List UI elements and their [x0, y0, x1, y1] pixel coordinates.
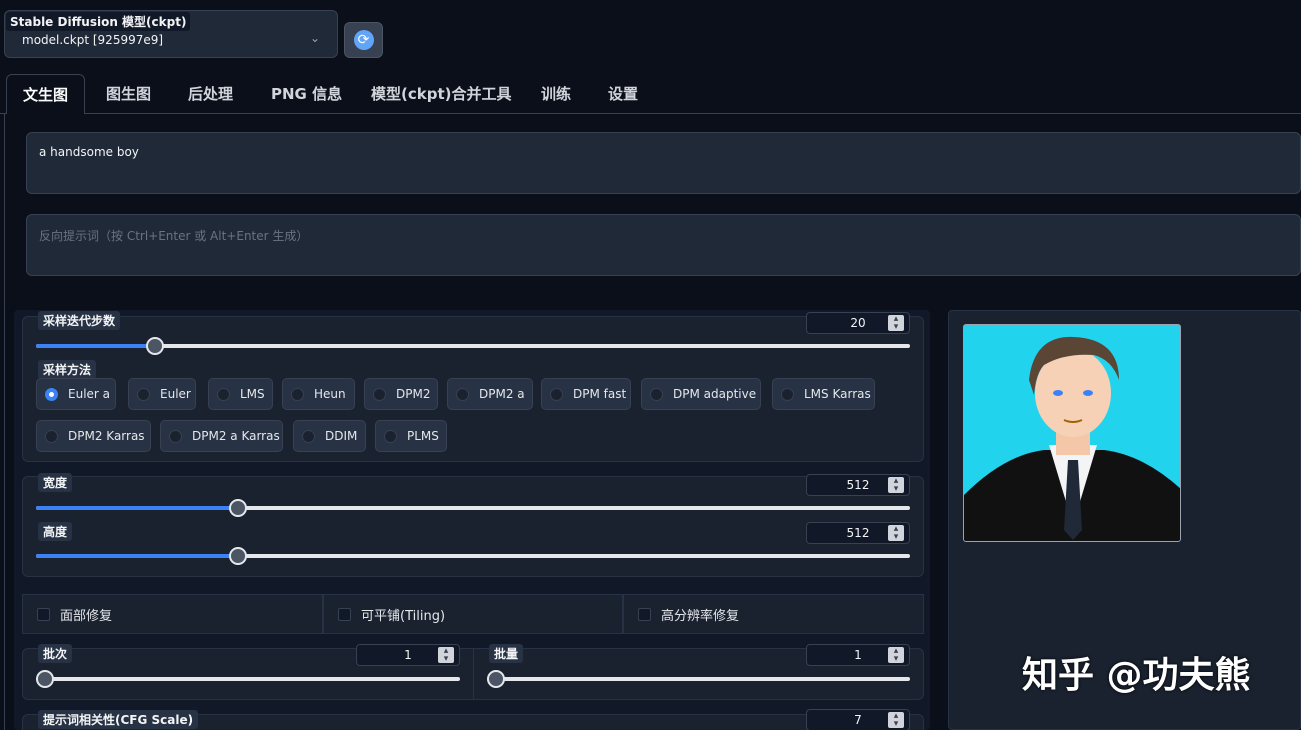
radio-button[interactable]: [45, 387, 58, 401]
checkbox-label: 高分辨率修复: [661, 608, 740, 624]
generated-image[interactable]: [963, 324, 1181, 542]
sampler-option-label: DDIM: [325, 429, 358, 443]
sampler-option-label: DPM adaptive: [673, 387, 757, 401]
sampler-option[interactable]: DPM2 a: [447, 378, 533, 410]
radio-button[interactable]: [550, 387, 563, 401]
sampler-option[interactable]: DDIM: [293, 420, 366, 452]
tab-checkpoint-merger[interactable]: 模型(ckpt)合并工具: [355, 74, 528, 114]
width-label: 宽度: [38, 473, 73, 492]
tab-txt2img[interactable]: 文生图: [6, 74, 86, 115]
radio-button[interactable]: [456, 387, 469, 401]
radio-button[interactable]: [384, 429, 397, 443]
checkbox-label: 面部修复: [60, 608, 113, 624]
batch-count-value: 1: [404, 648, 412, 662]
slider-track[interactable]: [487, 677, 910, 681]
sampler-option-label: DPM fast: [573, 387, 627, 401]
checkbox-label: 可平铺(Tiling): [361, 608, 446, 624]
sampler-option-label: Euler: [160, 387, 191, 401]
sampler-option-label: LMS Karras: [804, 387, 871, 401]
sampler-option[interactable]: Euler: [128, 378, 196, 410]
checkbox-box[interactable]: [338, 607, 351, 621]
slider-track[interactable]: [36, 677, 460, 681]
size-group: [22, 476, 924, 577]
batch-size-label: 批量: [489, 644, 524, 663]
radio-button[interactable]: [373, 387, 386, 401]
sampler-option-label: DPM2 Karras: [68, 429, 145, 443]
sampler-option[interactable]: DPM adaptive: [641, 378, 761, 410]
cfg-scale-value: 7: [854, 713, 862, 727]
height-slider[interactable]: [228, 547, 247, 565]
height-value: 512: [846, 526, 870, 540]
portrait-illustration: [964, 325, 1180, 541]
slider-track[interactable]: [36, 344, 910, 348]
slider-fill: [36, 554, 238, 558]
sampling-steps-label: 采样迭代步数: [38, 311, 121, 330]
height-label: 高度: [38, 522, 73, 541]
tab-img2img[interactable]: 图生图: [90, 74, 167, 114]
tab-settings[interactable]: 设置: [592, 74, 654, 114]
radio-button[interactable]: [45, 429, 58, 443]
width-value: 512: [846, 478, 870, 492]
radio-button[interactable]: [302, 429, 315, 443]
refresh-button[interactable]: ⟳: [344, 22, 383, 58]
model-label: Stable Diffusion 模型(ckpt): [6, 12, 191, 31]
checkbox-box[interactable]: [37, 607, 50, 621]
tab-train[interactable]: 训练: [525, 74, 587, 114]
highres-fix-checkbox[interactable]: 高分辨率修复: [623, 594, 924, 634]
radio-button[interactable]: [169, 429, 182, 443]
sampler-option[interactable]: DPM2 a Karras: [160, 420, 283, 452]
batch-size-value: 1: [854, 648, 862, 662]
refresh-icon: ⟳: [353, 30, 374, 50]
batch-count-label: 批次: [38, 644, 73, 663]
tab-png-info[interactable]: PNG 信息: [255, 74, 358, 114]
sampler-option-label: LMS: [240, 387, 265, 401]
stepper-icon[interactable]: ▴ ▾: [888, 477, 904, 494]
radio-button[interactable]: [650, 387, 663, 401]
sampler-option-label: DPM2 a Karras: [192, 429, 280, 443]
slider-fill: [36, 344, 155, 348]
radio-button[interactable]: [291, 387, 304, 401]
stepper-icon[interactable]: ▴ ▾: [888, 525, 904, 542]
sampler-option[interactable]: PLMS: [375, 420, 447, 452]
stepper-icon[interactable]: ▴ ▾: [888, 647, 904, 664]
restore-faces-checkbox[interactable]: 面部修复: [22, 594, 323, 634]
sampler-option[interactable]: DPM fast: [541, 378, 631, 410]
sampling-steps-value: 20: [850, 316, 866, 330]
sampling-steps-slider[interactable]: [145, 337, 164, 355]
sampler-option-label: Euler a: [68, 387, 111, 401]
batch-size-slider[interactable]: [487, 670, 505, 688]
sampler-option[interactable]: DPM2 Karras: [36, 420, 151, 452]
cfg-scale-label: 提示词相关性(CFG Scale): [38, 710, 199, 729]
sampler-option[interactable]: Heun: [282, 378, 355, 410]
radio-button[interactable]: [781, 387, 794, 401]
sampler-option[interactable]: LMS: [208, 378, 273, 410]
chevron-down-icon[interactable]: ⌄: [310, 31, 320, 45]
tab-postprocess[interactable]: 后处理: [172, 74, 249, 114]
sampling-method-label: 采样方法: [38, 360, 97, 379]
stepper-icon[interactable]: ▴ ▾: [888, 315, 904, 332]
batch-count-slider[interactable]: [36, 670, 54, 688]
stepper-icon[interactable]: ▴ ▾: [438, 647, 454, 664]
sampler-option[interactable]: Euler a: [36, 378, 116, 410]
sampler-option-label: Heun: [314, 387, 346, 401]
sampler-option[interactable]: DPM2: [364, 378, 438, 410]
radio-button[interactable]: [137, 387, 150, 401]
sampler-option[interactable]: LMS Karras: [772, 378, 875, 410]
prompt-input[interactable]: a handsome boy: [26, 132, 1301, 194]
model-value[interactable]: model.ckpt [925997e9]: [22, 33, 163, 47]
sampler-option-label: PLMS: [407, 429, 439, 443]
watermark: 知乎 @功夫熊: [1022, 655, 1251, 696]
divider: [473, 648, 474, 700]
radio-button[interactable]: [217, 387, 230, 401]
tiling-checkbox[interactable]: 可平铺(Tiling): [323, 594, 623, 634]
slider-fill: [36, 506, 238, 510]
checkbox-box[interactable]: [638, 607, 651, 621]
negative-prompt-input[interactable]: 反向提示词（按 Ctrl+Enter 或 Alt+Enter 生成）: [26, 214, 1301, 276]
width-slider[interactable]: [228, 499, 247, 517]
sampler-option-label: DPM2 a: [479, 387, 525, 401]
stepper-icon[interactable]: ▴ ▾: [888, 712, 904, 729]
sampler-option-label: DPM2: [396, 387, 431, 401]
